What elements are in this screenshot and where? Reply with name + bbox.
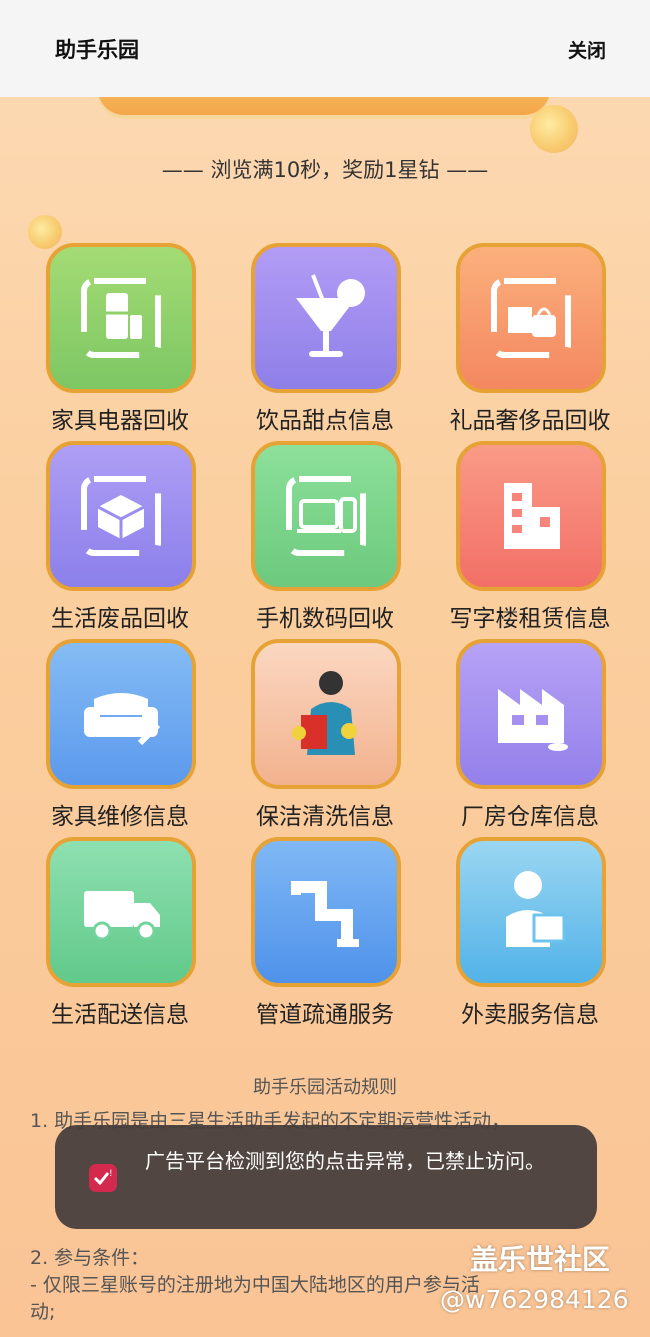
tile-label: 生活配送信息	[51, 1002, 189, 1028]
tile-label: 饮品甜点信息	[256, 408, 394, 434]
svg-text:!: !	[109, 1169, 113, 1179]
tile-office-rental[interactable]: 写字楼租赁信息	[430, 441, 630, 632]
tile-drinks[interactable]: 饮品甜点信息	[225, 243, 425, 434]
watermark-brand: 盖乐世社区	[470, 1243, 611, 1276]
gift-bag-recycle-icon	[456, 243, 606, 393]
tile-gift-recycle[interactable]: 礼品奢侈品回收	[430, 243, 630, 434]
page-title: 助手乐园	[55, 38, 139, 62]
tile-furniture-recycle[interactable]: 家具电器回收	[20, 243, 220, 434]
tile-cleaning[interactable]: 保洁清洗信息	[225, 639, 425, 830]
courier-box-icon	[456, 837, 606, 987]
tile-label: 礼品奢侈品回收	[449, 408, 611, 434]
box-recycle-icon	[46, 441, 196, 591]
sofa-wrench-icon	[46, 639, 196, 789]
watermark-user: @w762984126	[440, 1285, 629, 1314]
devices-recycle-icon	[251, 441, 401, 591]
reward-subtitle: —— 浏览满10秒，奖励1星钻 ——	[161, 158, 489, 182]
app-header: 助手乐园 关闭	[0, 0, 650, 97]
rules-title: 助手乐园活动规则	[253, 1077, 397, 1098]
error-toast: ! 广告平台检测到您的点击异常，已禁止访问。	[55, 1125, 597, 1229]
tile-label: 保洁清洗信息	[256, 804, 394, 830]
tile-factory-warehouse[interactable]: 厂房仓库信息	[430, 639, 630, 830]
factory-icon	[456, 639, 606, 789]
banner-pill	[98, 97, 550, 115]
coin-icon	[530, 105, 578, 153]
cleaner-woman-icon	[251, 639, 401, 789]
tile-label: 生活废品回收	[51, 606, 189, 632]
tile-takeout[interactable]: 外卖服务信息	[430, 837, 630, 1028]
tile-label: 家具维修信息	[51, 804, 189, 830]
delivery-truck-icon	[46, 837, 196, 987]
tile-label: 写字楼租赁信息	[449, 606, 611, 632]
drink-icon	[251, 243, 401, 393]
alert-check-icon: !	[89, 1164, 117, 1192]
tile-label: 手机数码回收	[256, 606, 394, 632]
tile-digital-recycle[interactable]: 手机数码回收	[225, 441, 425, 632]
tile-label: 管道疏通服务	[256, 1002, 394, 1028]
tile-furniture-repair[interactable]: 家具维修信息	[20, 639, 220, 830]
tile-delivery[interactable]: 生活配送信息	[20, 837, 220, 1028]
toast-message: 广告平台检测到您的点击异常，已禁止访问。	[145, 1149, 545, 1173]
office-building-icon	[456, 441, 606, 591]
close-button[interactable]: 关闭	[568, 36, 606, 63]
tile-label: 外卖服务信息	[461, 1002, 599, 1028]
pipe-icon	[251, 837, 401, 987]
tile-waste-recycle[interactable]: 生活废品回收	[20, 441, 220, 632]
fridge-recycle-icon	[46, 243, 196, 393]
tile-label: 厂房仓库信息	[461, 804, 599, 830]
tile-label: 家具电器回收	[51, 408, 189, 434]
tile-pipe-service[interactable]: 管道疏通服务	[225, 837, 425, 1028]
